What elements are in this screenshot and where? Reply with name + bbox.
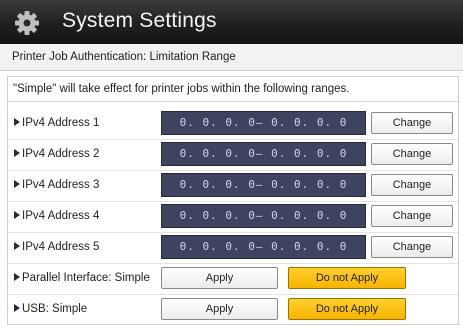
triangle-icon [14, 118, 20, 126]
ipv4-label: IPv4 Address 3 [22, 179, 100, 191]
apply-button[interactable]: Apply [161, 298, 278, 320]
change-button[interactable]: Change [371, 143, 453, 165]
page-title: Printer Job Authentication: Limitation R… [0, 44, 463, 71]
divider [8, 294, 458, 295]
settings-panel: "Simple" will take effect for printer jo… [7, 76, 459, 325]
triangle-icon [14, 180, 20, 188]
gear-icon [15, 11, 39, 35]
ipv4-address-field: 0. 0. 0. 0– 0. 0. 0. 0 [161, 142, 366, 166]
do-not-apply-button[interactable]: Do not Apply [288, 298, 406, 320]
ipv4-address-field: 0. 0. 0. 0– 0. 0. 0. 0 [161, 111, 366, 135]
change-button[interactable]: Change [371, 236, 453, 258]
parallel-interface-row: Parallel Interface: Simple Apply Do not … [8, 266, 458, 292]
divider [8, 263, 458, 264]
ipv4-row-4: IPv4 Address 4 0. 0. 0. 0– 0. 0. 0. 0 Ch… [8, 204, 458, 230]
app-title: System Settings [62, 9, 217, 32]
change-button[interactable]: Change [371, 205, 453, 227]
title-bar: System Settings [0, 0, 463, 44]
triangle-icon [14, 273, 20, 281]
ipv4-row-2: IPv4 Address 2 0. 0. 0. 0– 0. 0. 0. 0 Ch… [8, 142, 458, 168]
divider [8, 201, 458, 202]
divider [8, 170, 458, 171]
ipv4-label: IPv4 Address 2 [22, 148, 100, 160]
ipv4-row-3: IPv4 Address 3 0. 0. 0. 0– 0. 0. 0. 0 Ch… [8, 173, 458, 199]
ipv4-label: IPv4 Address 5 [22, 241, 100, 253]
apply-button[interactable]: Apply [161, 267, 278, 289]
ipv4-address-field: 0. 0. 0. 0– 0. 0. 0. 0 [161, 173, 366, 197]
divider [8, 139, 458, 140]
change-button[interactable]: Change [371, 174, 453, 196]
triangle-icon [14, 149, 20, 157]
usb-label: USB: Simple [22, 303, 88, 315]
divider [8, 232, 458, 233]
ipv4-address-field: 0. 0. 0. 0– 0. 0. 0. 0 [161, 204, 366, 228]
parallel-interface-label: Parallel Interface: Simple [22, 272, 150, 284]
do-not-apply-button[interactable]: Do not Apply [288, 267, 406, 289]
triangle-icon [14, 304, 20, 312]
triangle-icon [14, 211, 20, 219]
usb-row: USB: Simple Apply Do not Apply [8, 297, 458, 323]
triangle-icon [14, 242, 20, 250]
ipv4-label: IPv4 Address 1 [22, 117, 100, 129]
change-button[interactable]: Change [371, 112, 453, 134]
ipv4-address-field: 0. 0. 0. 0– 0. 0. 0. 0 [161, 235, 366, 259]
ipv4-label: IPv4 Address 4 [22, 210, 100, 222]
info-text: "Simple" will take effect for printer jo… [13, 83, 350, 95]
ipv4-row-1: IPv4 Address 1 0. 0. 0. 0– 0. 0. 0. 0 Ch… [8, 111, 458, 137]
divider [8, 101, 458, 102]
ipv4-row-5: IPv4 Address 5 0. 0. 0. 0– 0. 0. 0. 0 Ch… [8, 235, 458, 261]
